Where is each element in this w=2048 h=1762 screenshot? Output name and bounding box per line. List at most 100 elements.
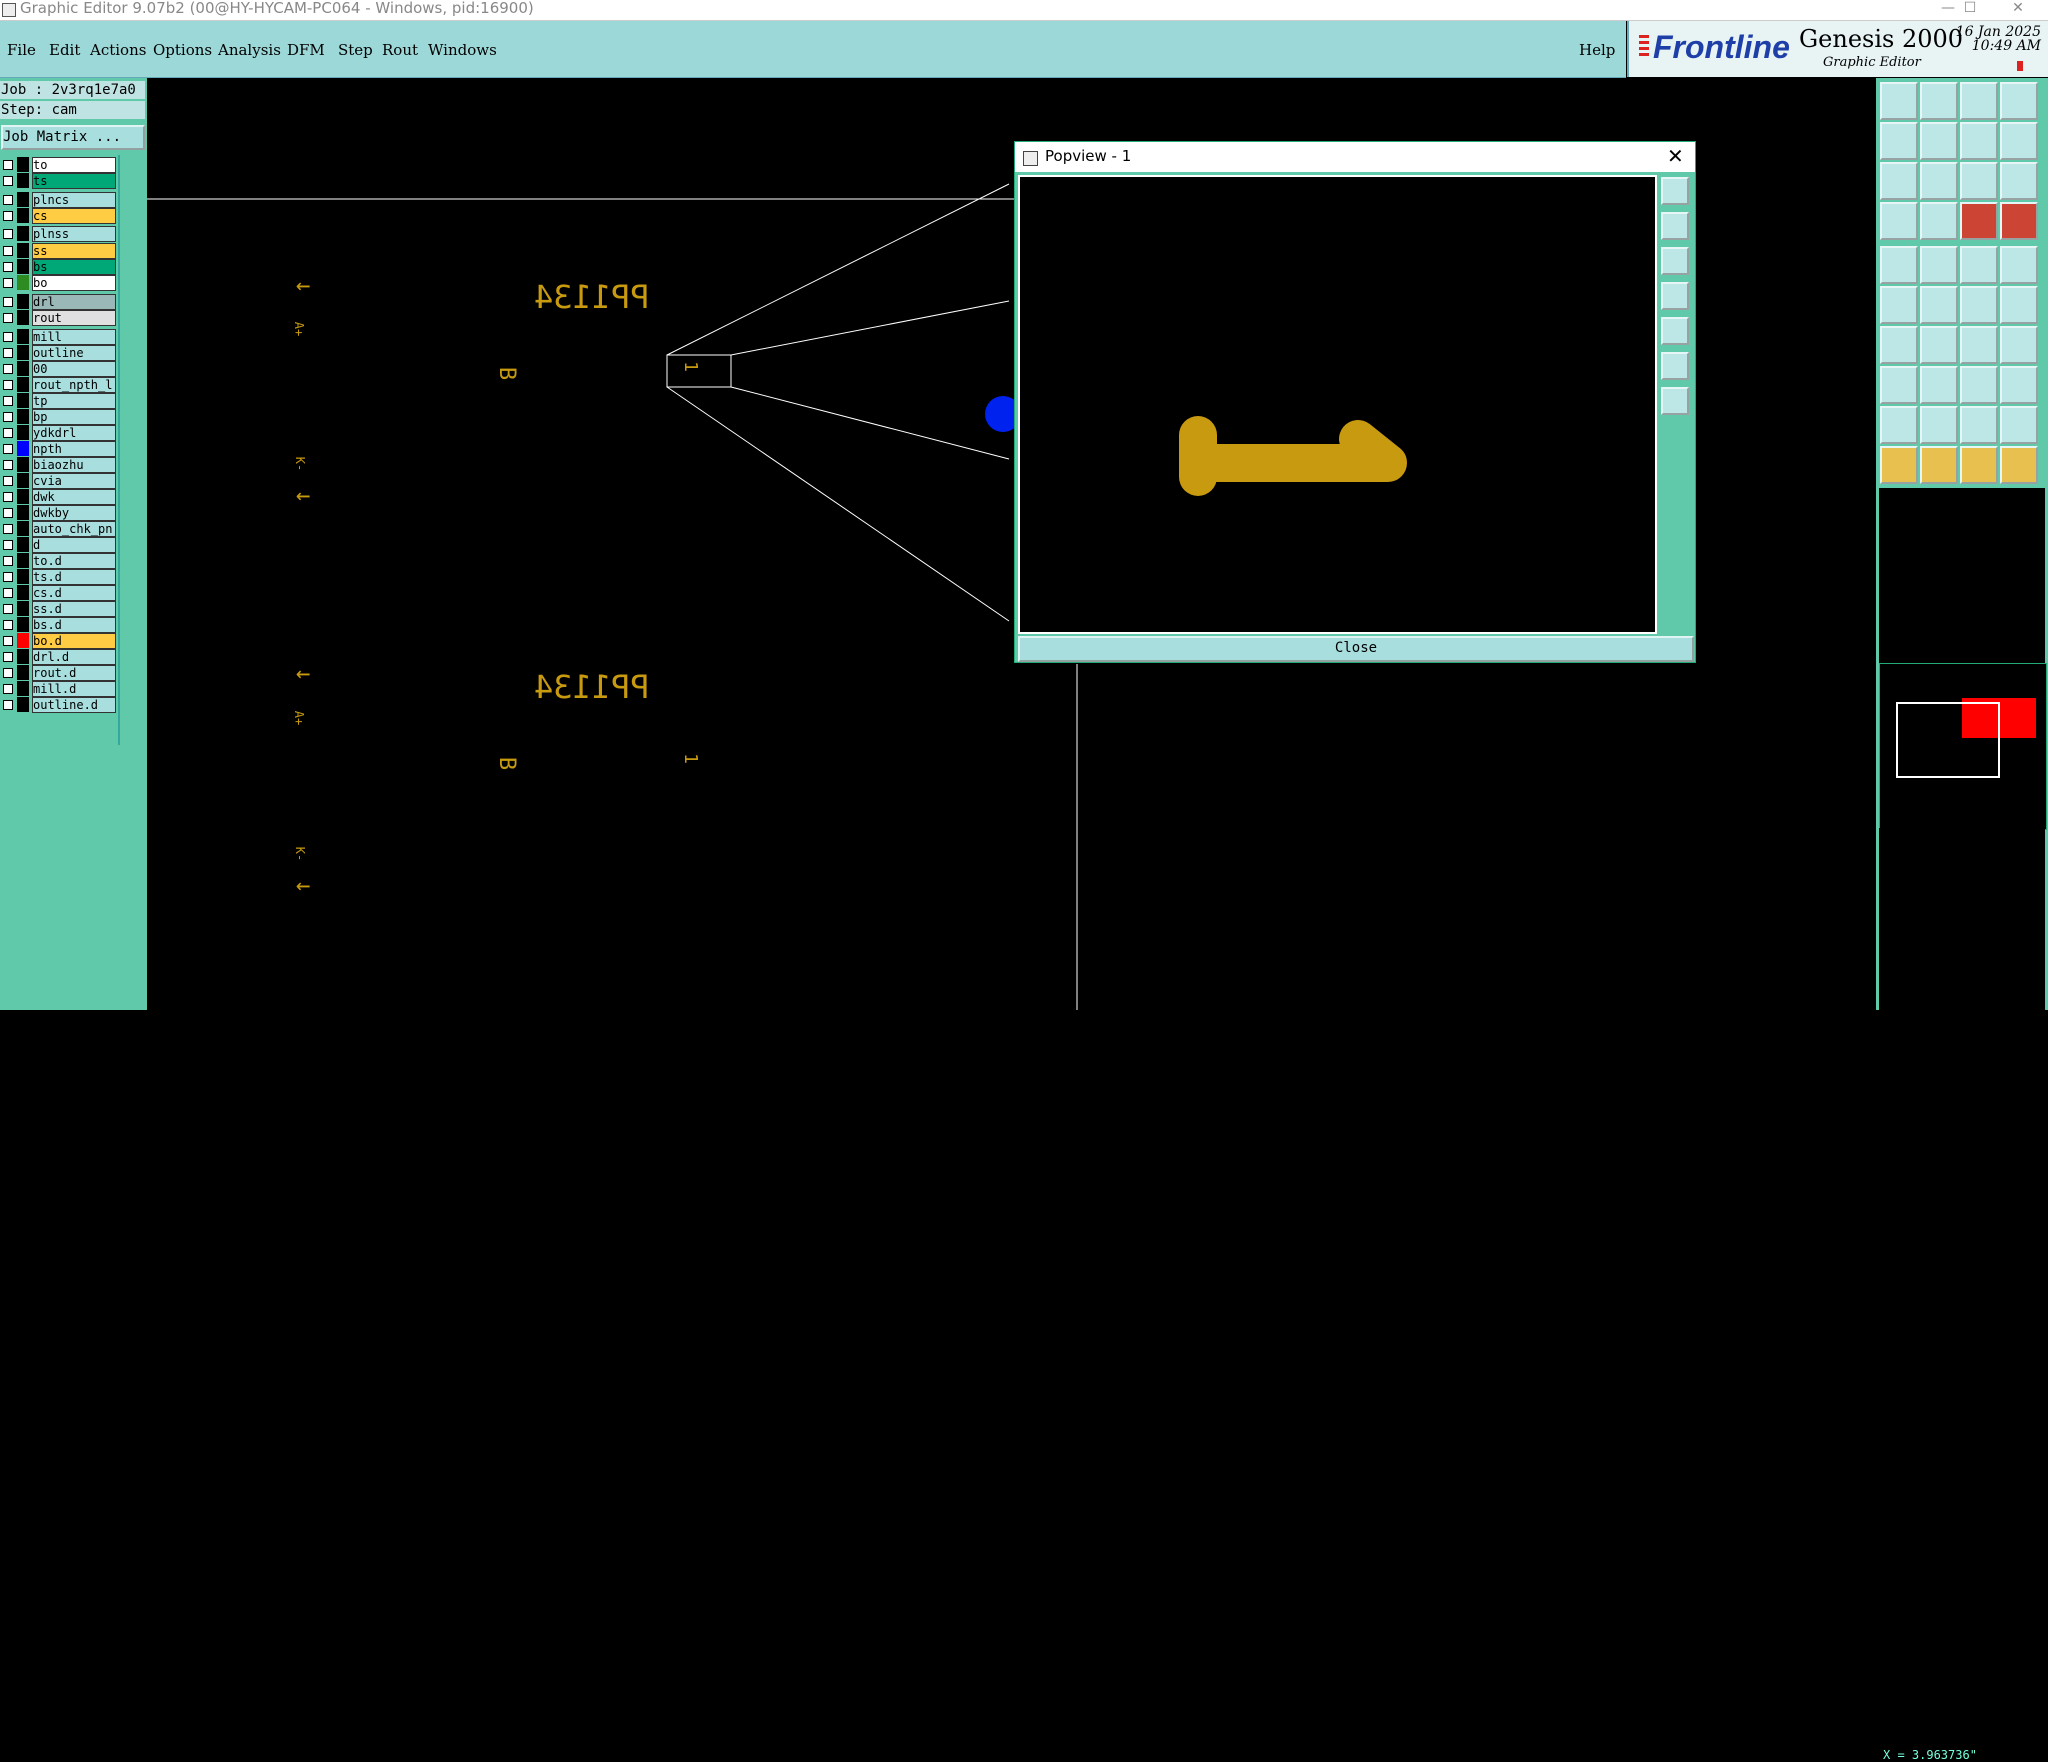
layer-name[interactable]: 00: [32, 361, 116, 377]
layer-name[interactable]: cs.d: [32, 585, 116, 601]
layer-color-swatch[interactable]: [17, 521, 29, 536]
popview-pan-right-icon[interactable]: [1661, 317, 1689, 345]
layer-color-swatch[interactable]: [17, 617, 29, 632]
popview-center-icon[interactable]: [1661, 387, 1689, 415]
layer-checkbox[interactable]: [3, 524, 13, 534]
popview-zoom-home-icon[interactable]: [1661, 177, 1689, 205]
job-matrix-button[interactable]: Job Matrix ...: [1, 125, 145, 150]
tb-snap-icon[interactable]: [2000, 122, 2038, 160]
layer-name[interactable]: npth: [32, 441, 116, 457]
tb-select-icon[interactable]: [1880, 446, 1918, 484]
menu-help[interactable]: Help: [1579, 41, 1615, 59]
layer-name[interactable]: rout: [32, 310, 116, 326]
tb-measure2-icon[interactable]: [2000, 202, 2038, 240]
layer-row[interactable]: bp: [0, 409, 118, 425]
popview-close-icon[interactable]: ✕: [1667, 144, 1684, 168]
layer-checkbox[interactable]: [3, 246, 13, 256]
layer-checkbox[interactable]: [3, 620, 13, 630]
layer-color-swatch[interactable]: [17, 441, 29, 456]
tb-pan-right-icon[interactable]: [1920, 122, 1958, 160]
layer-color-swatch[interactable]: [17, 537, 29, 552]
layer-color-swatch[interactable]: [17, 275, 29, 290]
layer-checkbox[interactable]: [3, 297, 13, 307]
layer-name[interactable]: ts.d: [32, 569, 116, 585]
layer-row[interactable]: auto_chk_pn: [0, 521, 118, 537]
layer-name[interactable]: to: [32, 157, 116, 173]
layer-color-swatch[interactable]: [17, 473, 29, 488]
layer-color-swatch[interactable]: [17, 310, 29, 325]
tb-surface-icon[interactable]: [1920, 246, 1958, 284]
layer-name[interactable]: bp: [32, 409, 116, 425]
layer-row[interactable]: ts: [0, 173, 118, 189]
layer-color-swatch[interactable]: [17, 569, 29, 584]
layer-color-swatch[interactable]: [17, 585, 29, 600]
tb-select2-icon[interactable]: [1920, 446, 1958, 484]
menu-analysis[interactable]: Analysis: [218, 41, 281, 59]
layer-row[interactable]: outline: [0, 345, 118, 361]
tb-minus-icon[interactable]: [1920, 366, 1958, 404]
layer-row[interactable]: tp: [0, 393, 118, 409]
layer-name[interactable]: bo: [32, 275, 116, 291]
layer-color-swatch[interactable]: [17, 329, 29, 344]
menu-options[interactable]: Options: [153, 41, 212, 59]
layer-checkbox[interactable]: [3, 492, 13, 502]
layer-checkbox[interactable]: [3, 278, 13, 288]
layer-row[interactable]: mill: [0, 329, 118, 345]
layer-name[interactable]: bo.d: [32, 633, 116, 649]
layer-checkbox[interactable]: [3, 460, 13, 470]
tb-center-icon[interactable]: [1920, 162, 1958, 200]
maximize-button[interactable]: ☐: [1950, 0, 1990, 18]
layer-name[interactable]: outline: [32, 345, 116, 361]
layer-checkbox[interactable]: [3, 428, 13, 438]
layer-color-swatch[interactable]: [17, 489, 29, 504]
layer-row[interactable]: bo.d: [0, 633, 118, 649]
layer-checkbox[interactable]: [3, 211, 13, 221]
layer-row[interactable]: rout.d: [0, 665, 118, 681]
layer-row[interactable]: ts.d: [0, 569, 118, 585]
popview-pan-left-icon[interactable]: [1661, 282, 1689, 310]
layer-row[interactable]: plncs: [0, 192, 118, 208]
tb-measure-icon[interactable]: [1960, 202, 1998, 240]
tb-help-icon[interactable]: [2000, 162, 2038, 200]
menu-windows[interactable]: Windows: [428, 41, 497, 59]
layer-name[interactable]: drl.d: [32, 649, 116, 665]
tb-diagonal-icon[interactable]: [1920, 326, 1958, 364]
tb-letter-a-icon[interactable]: [1920, 406, 1958, 444]
layer-checkbox[interactable]: [3, 444, 13, 454]
layer-name[interactable]: to.d: [32, 553, 116, 569]
popview-canvas[interactable]: [1018, 175, 1657, 634]
layer-row[interactable]: cs: [0, 208, 118, 224]
layer-color-swatch[interactable]: [17, 361, 29, 376]
layer-name[interactable]: ydkdrl: [32, 425, 116, 441]
tb-triangle-icon[interactable]: [1880, 406, 1918, 444]
layer-color-swatch[interactable]: [17, 553, 29, 568]
layer-checkbox[interactable]: [3, 412, 13, 422]
tb-align-icon[interactable]: [1960, 366, 1998, 404]
layer-checkbox[interactable]: [3, 332, 13, 342]
layer-row[interactable]: outline.d: [0, 697, 118, 713]
layer-row[interactable]: ss.d: [0, 601, 118, 617]
layer-row[interactable]: 00: [0, 361, 118, 377]
layer-color-swatch[interactable]: [17, 505, 29, 520]
layer-checkbox[interactable]: [3, 604, 13, 614]
layer-name[interactable]: dwk: [32, 489, 116, 505]
popview-zoom-out-icon[interactable]: [1661, 247, 1689, 275]
layer-name[interactable]: d: [32, 537, 116, 553]
layer-checkbox[interactable]: [3, 262, 13, 272]
layer-checkbox[interactable]: [3, 700, 13, 710]
menu-rout[interactable]: Rout: [382, 41, 418, 59]
tb-angle-icon[interactable]: [1880, 326, 1918, 364]
layer-row[interactable]: ydkdrl: [0, 425, 118, 441]
layer-color-swatch[interactable]: [17, 457, 29, 472]
layer-row[interactable]: drl.d: [0, 649, 118, 665]
navigator-panel[interactable]: [1879, 663, 2047, 830]
layer-checkbox[interactable]: [3, 684, 13, 694]
layer-name[interactable]: cvia: [32, 473, 116, 489]
tb-line-icon[interactable]: [1960, 246, 1998, 284]
menu-dfm[interactable]: DFM: [287, 41, 325, 59]
tb-fit-icon[interactable]: [1880, 162, 1918, 200]
layer-name[interactable]: outline.d: [32, 697, 116, 713]
menu-edit[interactable]: Edit: [49, 41, 80, 59]
layer-checkbox[interactable]: [3, 508, 13, 518]
layer-color-swatch[interactable]: [17, 243, 29, 258]
